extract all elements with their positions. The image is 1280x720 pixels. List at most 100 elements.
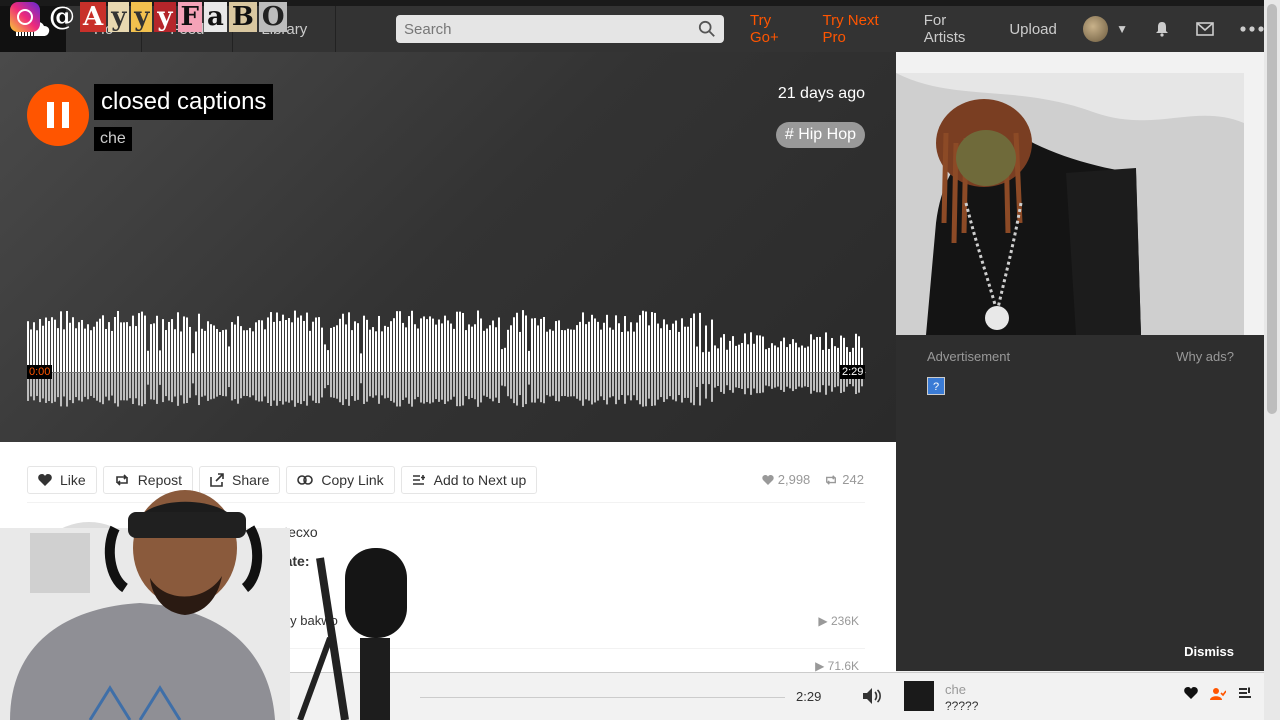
heart-icon: [38, 474, 52, 486]
waveform-reflection-bar: [750, 373, 752, 395]
genre-tag[interactable]: # Hip Hop: [775, 122, 865, 148]
waveform-bar: [546, 331, 548, 372]
waveform-reflection-bar: [645, 373, 647, 407]
waveform-reflection-bar: [201, 373, 203, 397]
waveform-reflection-bar: [675, 373, 677, 402]
waveform-reflection-bar: [327, 373, 329, 386]
waveform-reflection-bar: [561, 373, 563, 397]
dismiss-button[interactable]: Dismiss: [1184, 644, 1234, 659]
page-scrollbar[interactable]: [1264, 0, 1280, 720]
waveform-bar: [771, 343, 773, 372]
heart-icon[interactable]: [1184, 687, 1198, 701]
player-artist[interactable]: che: [945, 682, 966, 697]
try-go-plus-link[interactable]: Try Go+: [740, 12, 813, 46]
waveform-bar: [438, 319, 440, 372]
search-box: [396, 15, 724, 43]
waveform-bar: [429, 316, 431, 372]
waveform-reflection-bar: [762, 373, 764, 393]
waveform-bar: [768, 347, 770, 372]
upload-link[interactable]: Upload: [999, 21, 1067, 38]
waveform-reflection-bar: [405, 373, 407, 398]
share-icon: [210, 473, 224, 487]
waveform[interactable]: [27, 310, 866, 410]
waveform-reflection-bar: [768, 373, 770, 387]
waveform-bar: [213, 325, 215, 372]
waveform-bar: [483, 330, 485, 372]
waveform-reflection-bar: [363, 373, 365, 404]
waveform-bar: [126, 322, 128, 372]
waveform-reflection-bar: [411, 373, 413, 407]
waveform-reflection-bar: [72, 373, 74, 404]
waveform-bar: [285, 320, 287, 372]
ad-placeholder-icon[interactable]: ?: [927, 377, 945, 395]
waveform-reflection-bar: [585, 373, 587, 400]
waveform-reflection-bar: [480, 373, 482, 403]
waveform-reflection-bar: [396, 373, 398, 407]
waveform-bar: [471, 326, 473, 372]
playback-progress-bar[interactable]: [420, 697, 785, 698]
waveform-reflection-bar: [489, 373, 491, 399]
waveform-reflection-bar: [672, 373, 674, 400]
waveform-reflection-bar: [648, 373, 650, 399]
waveform-bar: [63, 329, 65, 372]
waveform-reflection-bar: [54, 373, 56, 402]
player-title[interactable]: ?????: [945, 699, 978, 713]
cover-art[interactable]: [896, 73, 1244, 335]
waveform-reflection-bar: [804, 373, 806, 387]
waveform-bar: [228, 346, 230, 372]
waveform-bar: [648, 325, 650, 372]
bell-icon[interactable]: [1154, 21, 1170, 37]
waveform-reflection-bar: [168, 373, 170, 401]
current-time: 0:00: [27, 365, 53, 379]
pause-button[interactable]: [27, 84, 89, 146]
chevron-down-icon[interactable]: ▼: [1116, 22, 1128, 36]
mail-icon[interactable]: [1196, 22, 1214, 36]
player-thumbnail[interactable]: [904, 681, 934, 711]
waveform-reflection-bar: [831, 373, 833, 392]
scrollbar-thumb[interactable]: [1267, 4, 1277, 414]
search-icon[interactable]: [698, 20, 716, 38]
waveform-bar: [585, 324, 587, 372]
waveform-bar: [561, 330, 563, 372]
search-input[interactable]: [404, 20, 698, 38]
waveform-bar: [537, 325, 539, 372]
follow-user-icon[interactable]: [1210, 687, 1226, 701]
add-to-next-up-button[interactable]: Add to Next up: [400, 466, 538, 494]
waveform-bar: [780, 341, 782, 372]
for-artists-link[interactable]: For Artists: [914, 12, 1000, 46]
why-ads-link[interactable]: Why ads?: [1176, 349, 1234, 364]
handle-char: B: [228, 2, 257, 32]
user-avatar[interactable]: [1082, 16, 1109, 42]
waveform-bar: [399, 311, 401, 372]
waveform-reflection-bar: [801, 373, 803, 388]
waveform-bar: [186, 317, 188, 372]
waveform-bar: [141, 311, 143, 372]
waveform-bar: [465, 330, 467, 372]
volume-icon[interactable]: [862, 687, 882, 710]
webcam-overlay: [0, 488, 420, 720]
waveform-bar: [480, 318, 482, 372]
more-options-icon[interactable]: [1240, 26, 1264, 32]
waveform-reflection-bar: [798, 373, 800, 387]
waveform-bar: [657, 323, 659, 372]
try-next-pro-link[interactable]: Try Next Pro: [813, 12, 914, 46]
ad-panel: Advertisement Why ads? ? Dismiss: [896, 335, 1264, 671]
waveform-bar: [477, 310, 479, 372]
waveform-reflection-bar: [453, 373, 455, 397]
handle-char: y: [154, 2, 176, 32]
waveform-bar: [408, 316, 410, 372]
track-artist-link[interactable]: che: [94, 127, 132, 151]
queue-icon[interactable]: [1238, 687, 1252, 701]
waveform-reflection-bar: [429, 373, 431, 404]
waveform-bar: [402, 322, 404, 372]
waveform-bar: [726, 349, 728, 372]
waveform-reflection-bar: [663, 373, 665, 402]
waveform-bar: [150, 324, 152, 372]
waveform-reflection-bar: [459, 373, 461, 407]
waveform-bar: [387, 326, 389, 372]
waveform-reflection-bar: [741, 373, 743, 389]
waveform-bar: [762, 336, 764, 372]
waveform-bar: [696, 346, 698, 372]
waveform-reflection-bar: [126, 373, 128, 401]
waveform-bar: [456, 311, 458, 372]
